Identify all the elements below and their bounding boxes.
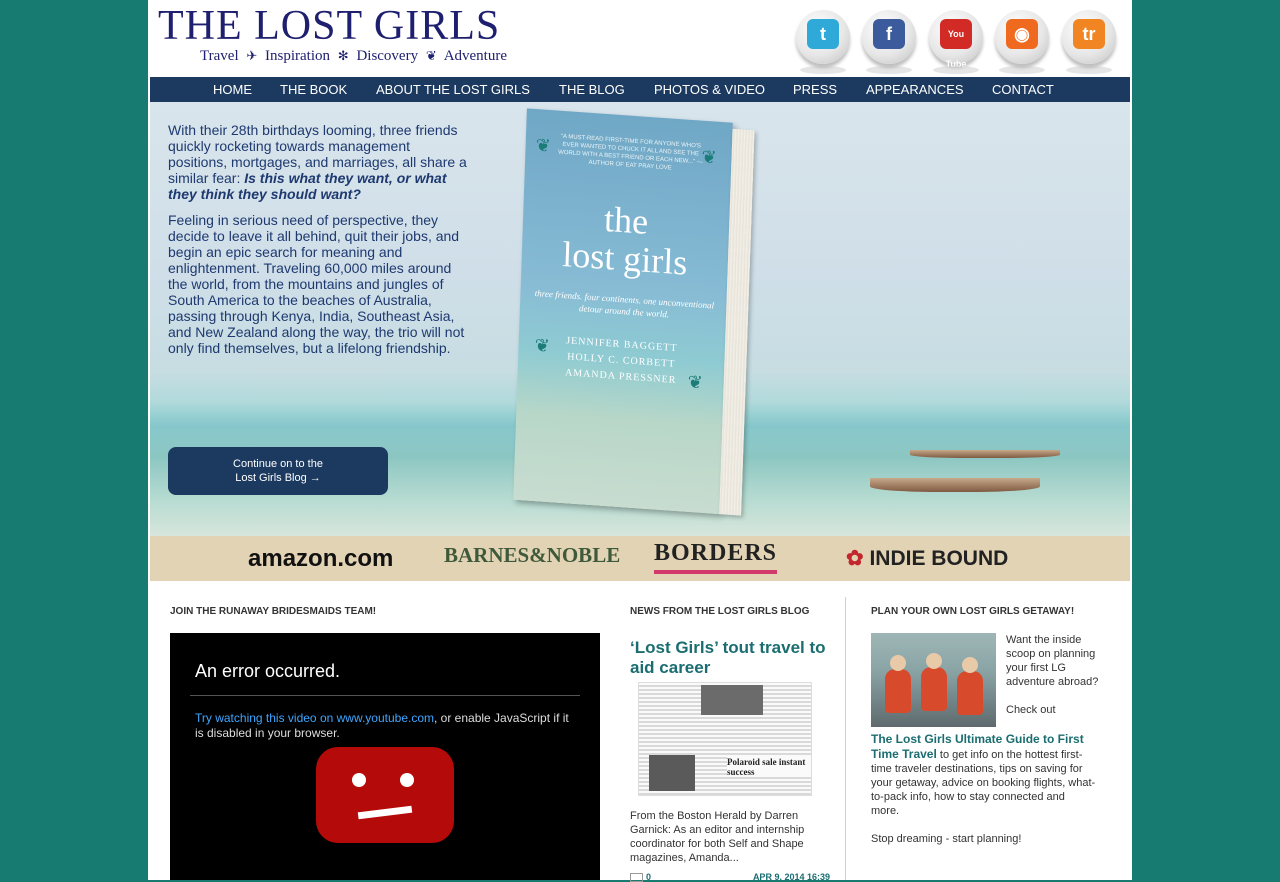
logo-title: THE LOST GIRLS [158,3,501,49]
column-divider [845,597,846,880]
facebook-icon: f [873,19,905,49]
youtube-button[interactable]: You Tube [929,10,985,74]
tagline-adventure: Adventure [443,48,507,64]
leaf-icon: ❦ [535,135,552,157]
photo-person-head [890,655,906,671]
video-error-divider [190,695,580,696]
leaf-icon: ❦ [534,335,551,357]
nav-the-book[interactable]: THE BOOK [280,77,347,102]
video-error-title: An error occurred. [195,661,341,681]
amazon-label: amazon.com [248,545,394,572]
continue-to-blog-button[interactable]: Continue on to the Lost Girls Blog → [168,447,388,495]
getaway-photo[interactable] [871,633,996,727]
rss-icon: ◉ [1006,19,1038,49]
logo-tagline: Travel ✈ Inspiration ✻ Discovery ❦ Adven… [200,48,507,65]
getaway-checkout-prefix: Check out [1006,704,1056,716]
hero-banner: With their 28th birthdays looming, three… [150,102,1130,536]
borders-label: BORDERS [654,540,778,566]
book-subtitle: three friends. four continents. one unco… [534,288,715,320]
main-nav: HOME THE BOOK ABOUT THE LOST GIRLS THE B… [150,77,1130,102]
tripadvisor-reflection [1066,66,1112,74]
borders-link[interactable]: BORDERS [654,540,778,574]
barnes-noble-link[interactable]: BARNES&NOBLE [444,540,620,570]
nav-photos-video[interactable]: PHOTOS & VIDEO [654,77,765,102]
rss-button[interactable]: ◉ [995,10,1051,74]
airplane-icon: ✈ [246,48,258,63]
sad-icon-eye-left [352,773,366,787]
news-section-heading: NEWS FROM THE LOST GIRLS BLOG [630,606,810,617]
twitter-icon: t [807,19,839,49]
leaf-icon: ❦ [687,371,704,393]
book-quote: “A MUST-READ FIRST-TIME FOR ANYONE WHO'S… [558,133,703,172]
nav-the-blog[interactable]: THE BLOG [559,77,625,102]
barnes-noble-label: BARNES&NOBLE [444,543,621,567]
nav-about[interactable]: ABOUT THE LOST GIRLS [376,77,530,102]
news-post-date: APR 9, 2014 16:39 [752,872,830,882]
site-logo[interactable]: THE LOST GIRLS Travel ✈ Inspiration ✻ Di… [158,3,528,68]
photo-person [885,669,911,713]
comment-count-link[interactable]: 0 [630,872,651,882]
tripadvisor-icon: tr [1073,19,1105,49]
leaf-icon: ❦ [701,146,717,168]
comment-count: 0 [646,872,652,882]
palm-icon: ✻ [337,48,349,63]
tagline-inspiration: Inspiration [265,48,331,64]
news-post-title[interactable]: ‘Lost Girls’ tout travel to aid career [630,638,835,678]
blog-button-line-2: Lost Girls Blog → [235,472,321,484]
hero-description: With their 28th birthdays looming, three… [168,122,473,366]
amazon-link[interactable]: amazon.com [248,544,393,574]
getaway-intro: Want the inside scoop on planning your f… [1006,633,1106,717]
shell-icon: ❦ [425,48,437,63]
team-section-heading: JOIN THE RUNAWAY BRIDESMAIDS TEAM! [170,606,377,617]
page: THE LOST GIRLS Travel ✈ Inspiration ✻ Di… [148,0,1132,882]
photo-person [921,667,947,711]
retailer-bar: amazon.com BARNES&NOBLE BORDERS ✿ INDIE … [150,536,1130,581]
facebook-reflection [866,66,912,74]
book-cover-image[interactable]: “A MUST-READ FIRST-TIME FOR ANYONE WHO'S… [513,108,755,516]
twitter-reflection [800,66,846,74]
newspaper-headline: Polaroid sale instant success [727,757,811,777]
longtail-boat-right [870,478,1040,492]
plan-section-heading: PLAN YOUR OWN LOST GIRLS GETAWAY! [871,606,1075,617]
watch-on-youtube-link[interactable]: Try watching this video on www.youtube.c… [195,711,434,725]
tagline-discovery: Discovery [356,48,419,64]
getaway-body: The Lost Girls Ultimate Guide to First T… [871,732,1096,860]
nav-press[interactable]: PRESS [793,77,837,102]
indiebound-label: INDIE BOUND [869,547,1009,570]
nav-home[interactable]: HOME [213,77,252,102]
getaway-paragraph: The Lost Girls Ultimate Guide to First T… [871,732,1096,818]
getaway-intro-text: Want the inside scoop on planning your f… [1006,634,1099,688]
sad-icon-mouth [357,805,413,820]
twitter-button[interactable]: t [796,10,852,74]
photo-person [957,671,983,715]
tagline-travel: Travel [200,48,239,64]
photo-person-head [962,657,978,673]
rss-reflection [999,66,1045,74]
comment-icon [630,873,643,882]
indiebound-icon: ✿ [846,547,864,570]
hero-paragraph-2: Feeling in serious need of perspective, … [168,212,465,356]
hero-paragraph-1: With their 28th birthdays looming, three… [168,122,473,202]
newspaper-photo [701,685,763,715]
blog-button-line-1: Continue on to the [233,458,323,470]
sad-icon-eye-right [400,773,414,787]
youtube-icon: You Tube [940,19,972,69]
youtube-reflection [933,66,979,74]
facebook-button[interactable]: f [862,10,918,74]
news-post-excerpt: From the Boston Herald by Darren Garnick… [630,810,805,864]
getaway-closing: Stop dreaming - start planning! [871,833,1022,845]
book-front: “A MUST-READ FIRST-TIME FOR ANYONE WHO'S… [513,108,733,515]
video-error-message: Try watching this video on www.youtube.c… [195,711,575,741]
news-post-image[interactable]: Polaroid sale instant success [638,682,812,796]
nav-appearances[interactable]: APPEARANCES [866,77,964,102]
tripadvisor-button[interactable]: tr [1062,10,1118,74]
newspaper-photo-2 [649,755,695,791]
photo-person-head [926,653,942,669]
indiebound-link[interactable]: ✿ INDIE BOUND [846,544,1008,574]
nav-contact[interactable]: CONTACT [992,77,1054,102]
sad-youtube-icon [316,747,454,843]
video-player[interactable]: An error occurred. Try watching this vid… [170,633,600,880]
longtail-boat-back [910,450,1060,458]
